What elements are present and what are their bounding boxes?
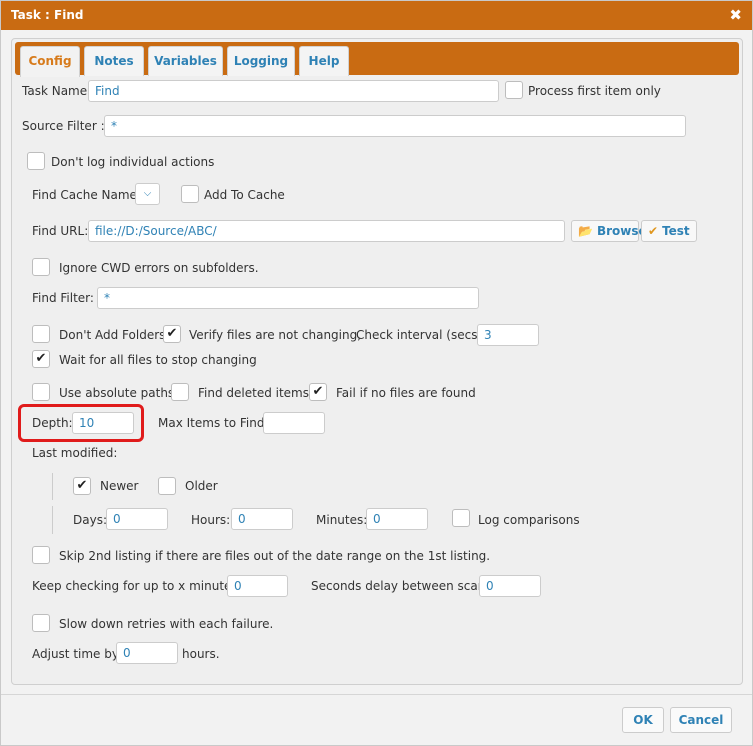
ignore-cwd-checkbox[interactable] xyxy=(32,258,50,276)
find-deleted-checkbox[interactable] xyxy=(171,383,189,401)
add-to-cache-label: Add To Cache xyxy=(204,188,285,202)
source-filter-label: Source Filter : xyxy=(22,119,105,133)
find-filter-label: Find Filter: xyxy=(32,291,94,305)
keep-checking-input[interactable]: 0 xyxy=(227,575,288,597)
cancel-button[interactable]: Cancel xyxy=(670,707,732,733)
check-circle-icon: ✔ xyxy=(648,224,659,238)
find-filter-input[interactable]: * xyxy=(97,287,479,309)
test-button[interactable]: ✔ Test xyxy=(641,220,697,242)
add-to-cache-checkbox[interactable] xyxy=(181,185,199,203)
skip-2nd-checkbox[interactable] xyxy=(32,546,50,564)
footer-divider xyxy=(1,694,752,695)
wait-all-label: Wait for all files to stop changing xyxy=(59,353,257,367)
verify-files-checkbox[interactable]: ✔ xyxy=(163,325,181,343)
use-absolute-checkbox[interactable] xyxy=(32,383,50,401)
check-interval-input[interactable]: 3 xyxy=(477,324,539,346)
older-checkbox[interactable] xyxy=(158,477,176,495)
find-url-input[interactable]: file://D:/Source/ABC/ xyxy=(88,220,565,242)
folder-open-icon: 📂 xyxy=(578,224,593,238)
hours-input[interactable]: 0 xyxy=(231,508,293,530)
keep-checking-label: Keep checking for up to x minutes: xyxy=(32,579,242,593)
hours-label: Hours: xyxy=(191,513,231,527)
log-comparisons-label: Log comparisons xyxy=(478,513,580,527)
tab-variables[interactable]: Variables xyxy=(148,46,223,76)
find-cache-label: Find Cache Name: xyxy=(32,188,141,202)
dont-log-checkbox[interactable] xyxy=(27,152,45,170)
wait-all-checkbox[interactable]: ✔ xyxy=(32,350,50,368)
depth-input[interactable]: 10 xyxy=(72,412,134,434)
days-input[interactable]: 0 xyxy=(106,508,168,530)
tab-logging[interactable]: Logging xyxy=(227,46,295,76)
tab-config[interactable]: Config xyxy=(20,46,80,77)
process-first-label: Process first item only xyxy=(528,84,661,98)
tab-notes[interactable]: Notes xyxy=(84,46,144,76)
verify-files-label: Verify files are not changing, xyxy=(189,328,362,342)
seconds-delay-label: Seconds delay between scans: xyxy=(311,579,496,593)
chevron-down-icon: ⌵ xyxy=(143,188,152,199)
adjust-time-input[interactable]: 0 xyxy=(116,642,178,664)
fail-if-none-label: Fail if no files are found xyxy=(336,386,476,400)
fail-if-none-checkbox[interactable]: ✔ xyxy=(309,383,327,401)
minutes-label: Minutes: xyxy=(316,513,368,527)
slow-down-checkbox[interactable] xyxy=(32,614,50,632)
dont-add-folders-checkbox[interactable] xyxy=(32,325,50,343)
check-interval-label: Check interval (secs): xyxy=(356,328,487,342)
find-cache-select[interactable]: ⌵ xyxy=(135,183,160,205)
test-label: Test xyxy=(662,224,690,238)
max-items-label: Max Items to Find: xyxy=(158,416,269,430)
find-deleted-label: Find deleted items xyxy=(198,386,309,400)
adjust-time-suffix: hours. xyxy=(182,647,220,661)
source-filter-input[interactable]: * xyxy=(104,115,686,137)
close-icon[interactable]: ✖ xyxy=(729,1,742,30)
log-comparisons-checkbox[interactable] xyxy=(452,509,470,527)
title-bar: Task : Find ✖ xyxy=(1,1,752,30)
browse-button[interactable]: 📂 Browse xyxy=(571,220,647,242)
newer-label: Newer xyxy=(100,479,139,493)
depth-label: Depth: xyxy=(32,416,73,430)
task-name-label: Task Name: xyxy=(22,84,92,98)
minutes-input[interactable]: 0 xyxy=(366,508,428,530)
dont-add-folders-label: Don't Add Folders xyxy=(59,328,166,342)
browse-label: Browse xyxy=(596,224,647,238)
dialog-title: Task : Find xyxy=(11,8,84,22)
group-divider xyxy=(52,506,53,534)
last-modified-label: Last modified: xyxy=(32,446,118,460)
ok-button[interactable]: OK xyxy=(622,707,664,733)
process-first-checkbox[interactable] xyxy=(505,81,523,99)
task-name-input[interactable]: Find xyxy=(88,80,499,102)
find-url-label: Find URL: xyxy=(32,224,89,238)
tab-strip: Config Notes Variables Logging Help xyxy=(15,42,739,77)
tab-help[interactable]: Help xyxy=(299,46,349,76)
skip-2nd-label: Skip 2nd listing if there are files out … xyxy=(59,549,491,563)
seconds-delay-input[interactable]: 0 xyxy=(479,575,541,597)
newer-checkbox[interactable]: ✔ xyxy=(73,477,91,495)
dont-log-label: Don't log individual actions xyxy=(51,155,215,169)
task-find-dialog: Task : Find ✖ Config Notes Variables Log… xyxy=(0,0,753,746)
days-label: Days: xyxy=(73,513,107,527)
max-items-input[interactable] xyxy=(263,412,325,434)
use-absolute-label: Use absolute paths xyxy=(59,386,175,400)
ignore-cwd-label: Ignore CWD errors on subfolders. xyxy=(59,261,259,275)
adjust-time-label: Adjust time by xyxy=(32,647,119,661)
group-divider xyxy=(52,473,53,500)
slow-down-label: Slow down retries with each failure. xyxy=(59,617,274,631)
older-label: Older xyxy=(185,479,218,493)
